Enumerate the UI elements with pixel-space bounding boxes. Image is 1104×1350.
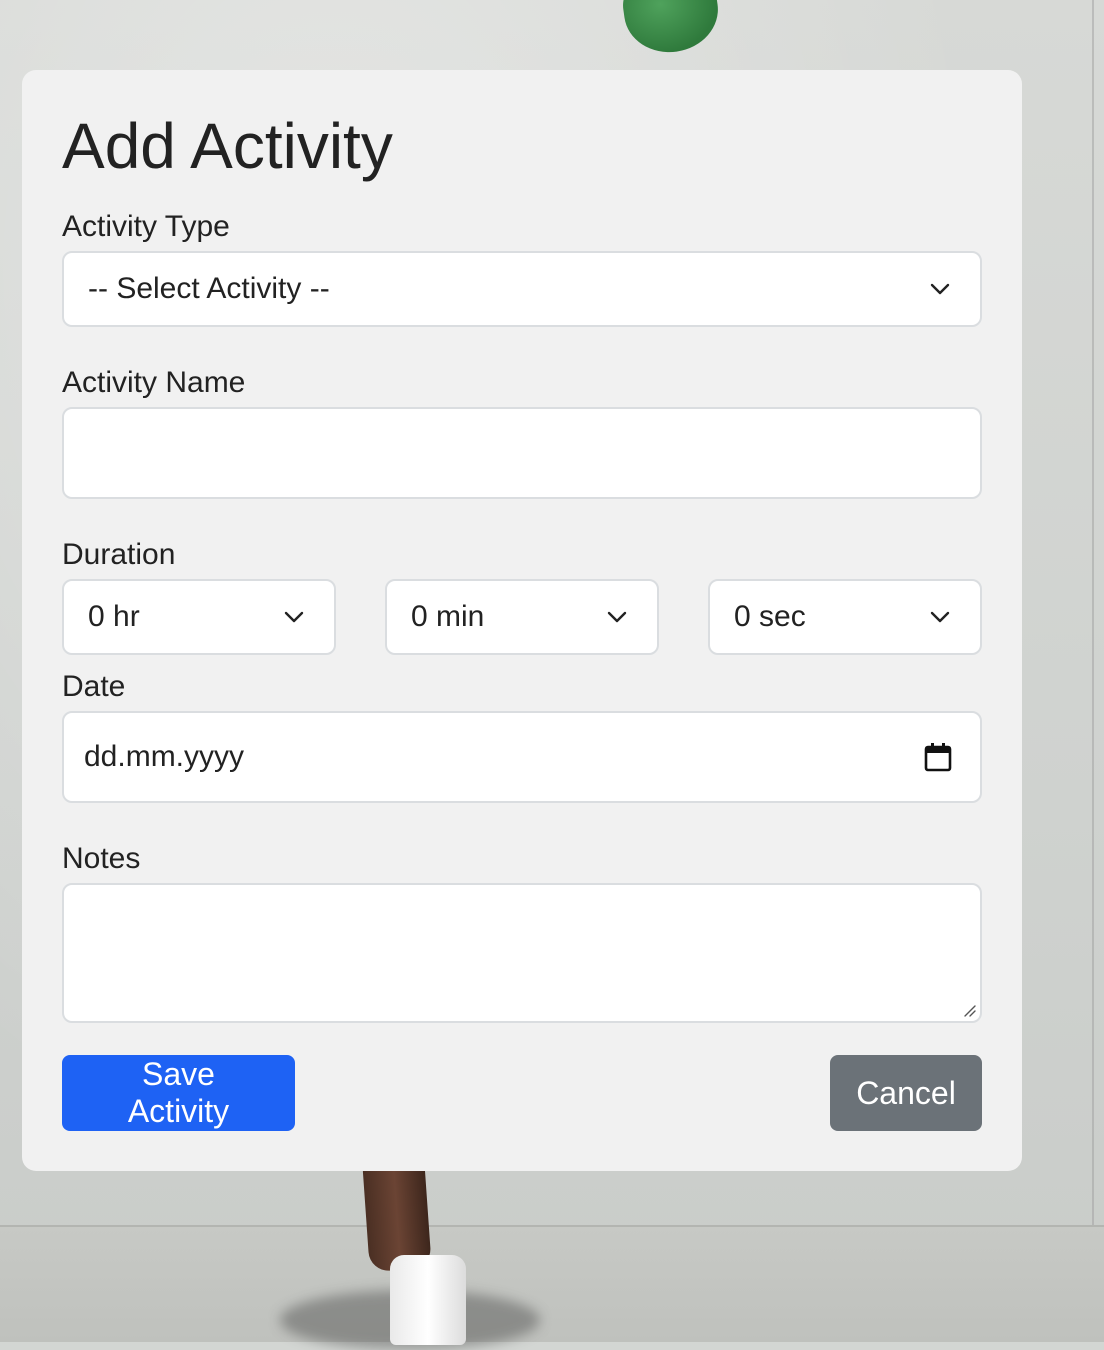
calendar-icon[interactable] xyxy=(924,742,952,772)
duration-row: 0 hr 0 min 0 sec xyxy=(62,579,982,655)
activity-type-label: Activity Type xyxy=(62,210,230,243)
notes-label: Notes xyxy=(62,842,141,875)
chevron-down-icon xyxy=(930,611,950,623)
cancel-button[interactable]: Cancel xyxy=(830,1055,982,1131)
notes-textarea[interactable] xyxy=(62,883,982,1023)
activity-name-input[interactable] xyxy=(62,407,982,499)
background-wall-seam xyxy=(1092,0,1094,1342)
activity-type-value: -- Select Activity -- xyxy=(88,272,330,305)
chevron-down-icon xyxy=(607,611,627,623)
add-activity-card: Add Activity Activity Type -- Select Act… xyxy=(22,70,1022,1171)
duration-seconds-value: 0 sec xyxy=(734,600,806,633)
resize-handle-icon[interactable] xyxy=(962,1003,976,1017)
background-ground xyxy=(0,1225,1104,1342)
page-title: Add Activity xyxy=(62,110,393,182)
duration-seconds-select[interactable]: 0 sec xyxy=(708,579,982,655)
background-sock xyxy=(390,1255,466,1345)
chevron-down-icon xyxy=(930,283,950,295)
duration-minutes-value: 0 min xyxy=(411,600,485,633)
save-activity-button[interactable]: Save Activity xyxy=(62,1055,295,1131)
duration-minutes-select[interactable]: 0 min xyxy=(385,579,659,655)
duration-hours-select[interactable]: 0 hr xyxy=(62,579,336,655)
activity-name-label: Activity Name xyxy=(62,366,246,399)
duration-hours-value: 0 hr xyxy=(88,600,140,633)
activity-type-select[interactable]: -- Select Activity -- xyxy=(62,251,982,327)
date-input[interactable]: dd.mm.yyyy xyxy=(62,711,982,803)
date-placeholder: dd.mm.yyyy xyxy=(84,740,245,773)
chevron-down-icon xyxy=(284,611,304,623)
duration-label: Duration xyxy=(62,538,176,571)
date-label: Date xyxy=(62,670,126,703)
